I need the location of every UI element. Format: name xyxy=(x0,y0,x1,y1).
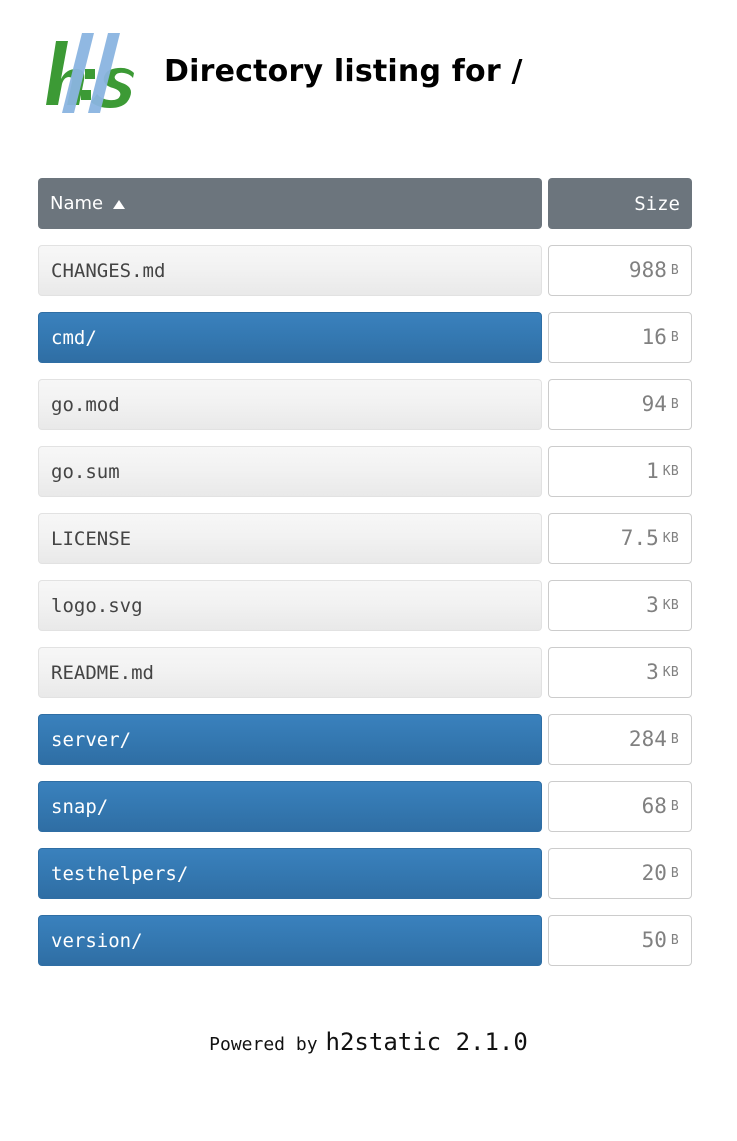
entry-size-value: 68 xyxy=(641,794,667,818)
page-title: Directory listing for / xyxy=(164,53,523,89)
entry-size-unit: KB xyxy=(662,531,679,546)
entry-size: 68 B xyxy=(548,781,692,832)
entry-name: server/ xyxy=(51,728,132,751)
directory-link[interactable]: snap/ xyxy=(38,781,542,832)
directory-link[interactable]: server/ xyxy=(38,714,542,765)
entry-size: 1 KB xyxy=(548,446,692,497)
table-row: go.sum 1 KB xyxy=(38,446,692,497)
entry-name: go.mod xyxy=(51,393,120,416)
entry-name: snap/ xyxy=(51,795,109,818)
entry-size-value: 284 xyxy=(628,727,667,751)
entry-size-value: 16 xyxy=(641,325,667,349)
file-link[interactable]: README.md xyxy=(38,647,542,698)
page-header: Directory listing for / xyxy=(0,0,737,113)
entry-size: 7.5 KB xyxy=(548,513,692,564)
entry-size-unit: B xyxy=(670,799,679,814)
file-link[interactable]: go.sum xyxy=(38,446,542,497)
entry-name: LICENSE xyxy=(51,527,132,550)
entry-size-unit: KB xyxy=(662,665,679,680)
entry-size: 16 B xyxy=(548,312,692,363)
directory-link[interactable]: cmd/ xyxy=(38,312,542,363)
file-link[interactable]: CHANGES.md xyxy=(38,245,542,296)
directory-table: Name Size CHANGES.md 988 Bcmd/16 Bgo.mod 94 B… xyxy=(38,178,692,982)
table-row: testhelpers/20 B xyxy=(38,848,692,899)
entry-size-unit: B xyxy=(670,330,679,345)
entry-name: README.md xyxy=(51,661,154,684)
table-row: README.md 3 KB xyxy=(38,647,692,698)
table-row: LICENSE 7.5 KB xyxy=(38,513,692,564)
entry-name: logo.svg xyxy=(51,594,143,617)
entry-size: 3 KB xyxy=(548,647,692,698)
table-body: CHANGES.md 988 Bcmd/16 Bgo.mod 94 Bgo.sum 1 KB L… xyxy=(38,245,692,966)
table-row: cmd/16 B xyxy=(38,312,692,363)
table-row: CHANGES.md 988 B xyxy=(38,245,692,296)
page-footer: Powered by h2static 2.1.0 xyxy=(0,1028,737,1056)
entry-size-unit: KB xyxy=(662,598,679,613)
table-header-row: Name Size xyxy=(38,178,692,229)
entry-size-value: 3 xyxy=(646,660,659,684)
entry-size: 94 B xyxy=(548,379,692,430)
entry-size-unit: KB xyxy=(662,464,679,479)
entry-size: 284 B xyxy=(548,714,692,765)
entry-size-unit: B xyxy=(670,866,679,881)
entry-size-value: 50 xyxy=(641,928,667,952)
sort-ascending-icon xyxy=(113,200,126,209)
entry-size-value: 7.5 xyxy=(620,526,659,550)
table-row: snap/68 B xyxy=(38,781,692,832)
column-header-name[interactable]: Name xyxy=(38,178,542,229)
entry-name: go.sum xyxy=(51,460,120,483)
entry-size: 988 B xyxy=(548,245,692,296)
table-row: logo.svg 3 KB xyxy=(38,580,692,631)
file-link[interactable]: LICENSE xyxy=(38,513,542,564)
entry-size: 3 KB xyxy=(548,580,692,631)
column-header-size-label: Size xyxy=(634,192,680,215)
entry-size-value: 988 xyxy=(628,258,667,282)
table-row: version/50 B xyxy=(38,915,692,966)
table-row: go.mod 94 B xyxy=(38,379,692,430)
directory-listing-page: Directory listing for / Name Size CHANGE… xyxy=(0,0,737,1141)
entry-size-value: 94 xyxy=(641,392,667,416)
entry-size-value: 20 xyxy=(641,861,667,885)
column-header-name-label: Name xyxy=(50,193,104,214)
entry-name: cmd/ xyxy=(51,326,97,349)
entry-size-unit: B xyxy=(670,732,679,747)
file-link[interactable]: go.mod xyxy=(38,379,542,430)
footer-app-version: h2static 2.1.0 xyxy=(325,1028,528,1056)
entry-name: version/ xyxy=(51,929,143,952)
table-row: server/284 B xyxy=(38,714,692,765)
footer-prefix: Powered by xyxy=(209,1034,318,1055)
h2static-logo-icon xyxy=(46,33,134,113)
entry-size-unit: B xyxy=(670,933,679,948)
directory-link[interactable]: version/ xyxy=(38,915,542,966)
entry-name: CHANGES.md xyxy=(51,259,166,282)
entry-size: 20 B xyxy=(548,848,692,899)
entry-size-unit: B xyxy=(670,263,679,278)
entry-size-value: 1 xyxy=(646,459,659,483)
file-link[interactable]: logo.svg xyxy=(38,580,542,631)
entry-name: testhelpers/ xyxy=(51,862,189,885)
entry-size-unit: B xyxy=(670,397,679,412)
entry-size: 50 B xyxy=(548,915,692,966)
directory-link[interactable]: testhelpers/ xyxy=(38,848,542,899)
column-header-size[interactable]: Size xyxy=(548,178,692,229)
entry-size-value: 3 xyxy=(646,593,659,617)
